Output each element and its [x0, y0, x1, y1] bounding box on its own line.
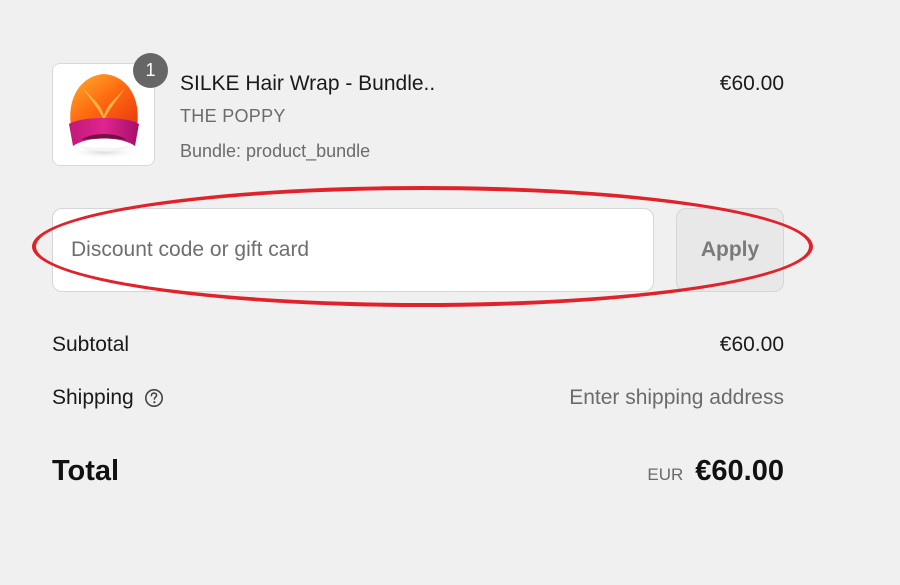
question-circle-icon[interactable]: [144, 388, 164, 408]
product-vendor: THE POPPY: [180, 106, 286, 126]
shipping-value: Enter shipping address: [569, 386, 784, 409]
shipping-label: Shipping: [52, 386, 134, 409]
hair-wrap-image: [68, 74, 140, 159]
shipping-label-row: Shipping: [52, 386, 164, 410]
total-label: Total: [52, 455, 120, 487]
order-summary: 1 SILKE Hair Wrap - Bundle.. THE POPPY B…: [0, 0, 900, 585]
product-variant: Bundle: product_bundle: [180, 141, 371, 161]
subtotal-label: Subtotal: [52, 333, 130, 356]
subtotal-value: €60.00: [719, 333, 784, 356]
apply-discount-button[interactable]: Apply: [676, 208, 784, 292]
quantity-badge: 1: [133, 53, 168, 88]
total-value: EUR €60.00: [647, 455, 784, 488]
currency-code: EUR: [647, 465, 684, 484]
discount-code-input[interactable]: [52, 208, 654, 292]
product-price: €60.00: [719, 72, 784, 95]
total-amount: €60.00: [695, 455, 784, 487]
product-name: SILKE Hair Wrap - Bundle..: [180, 72, 436, 95]
